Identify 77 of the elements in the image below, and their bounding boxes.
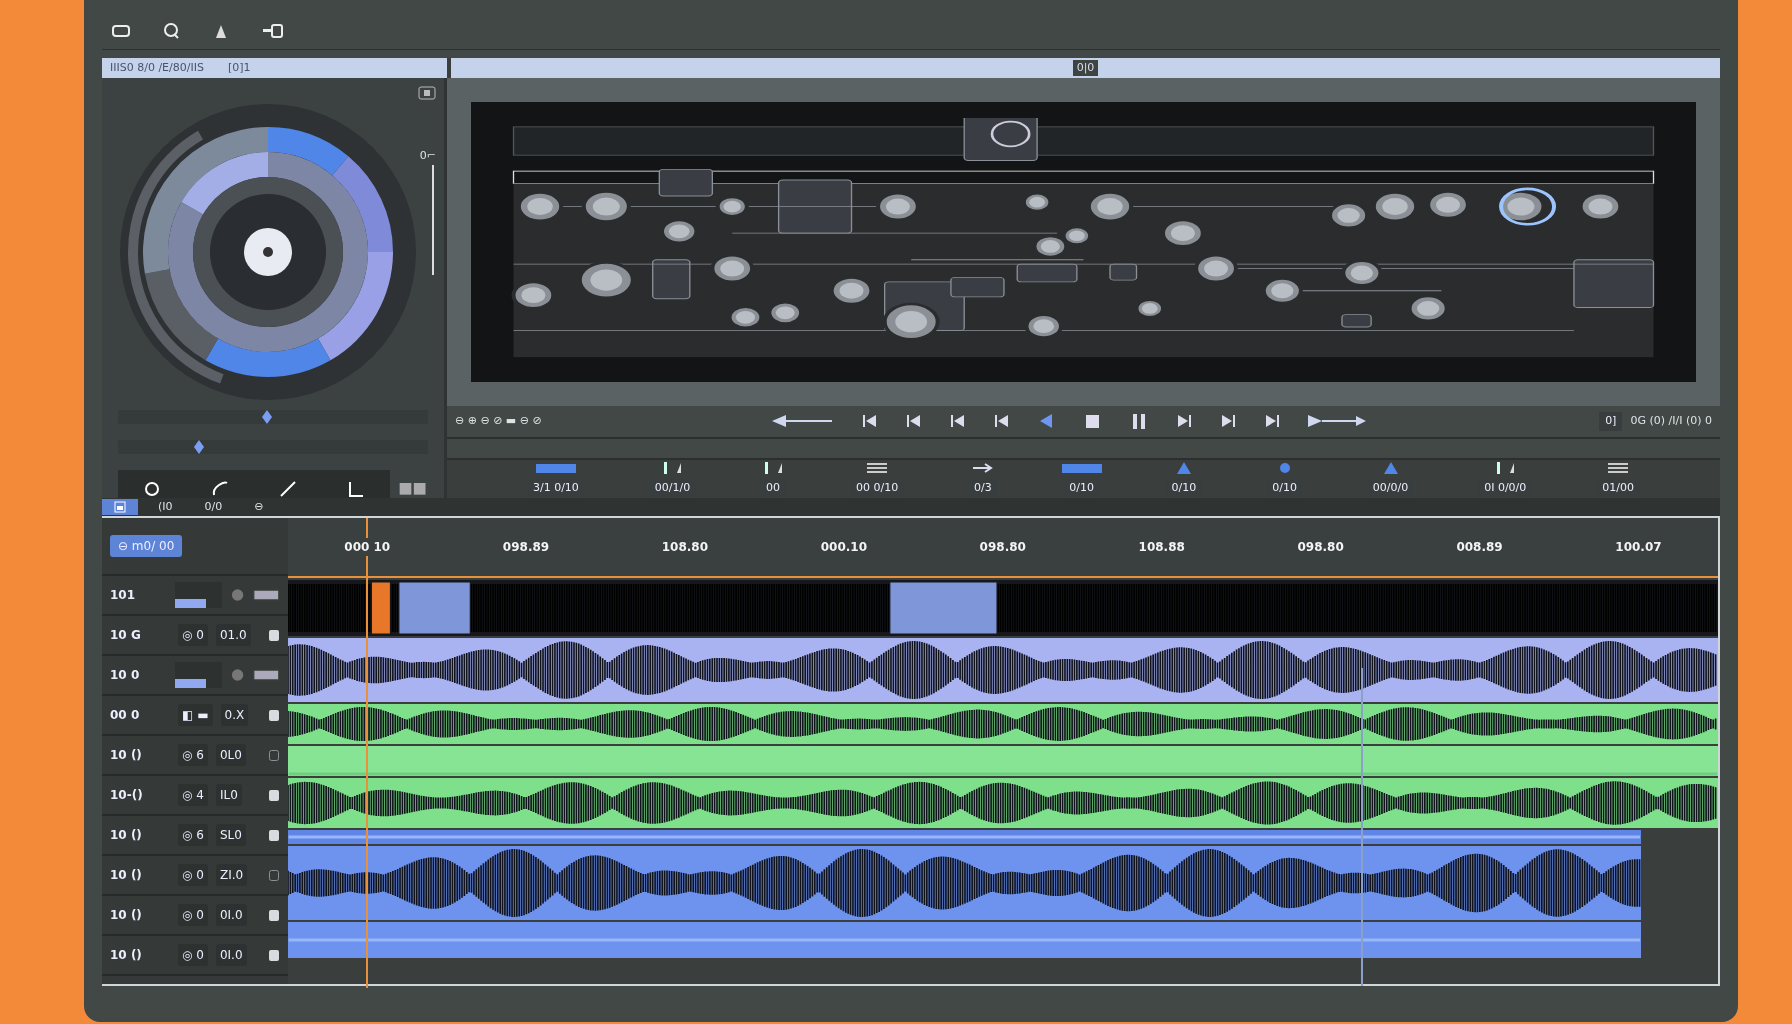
track-fader[interactable]	[174, 582, 223, 608]
previous-icon[interactable]	[950, 412, 967, 430]
track-name: 10 ()	[110, 867, 143, 884]
list-icon	[867, 460, 888, 475]
track-buttons[interactable]: ◎ 0	[178, 944, 208, 966]
slider-track[interactable]	[118, 440, 428, 454]
next-icon[interactable]	[1220, 412, 1237, 430]
knob-icon[interactable]	[230, 587, 246, 603]
lock-icon[interactable]	[268, 788, 280, 802]
triangle-icon	[1175, 460, 1192, 475]
track-name: 10 0	[110, 667, 141, 684]
readout-box: 0]	[1599, 412, 1623, 431]
previous-icon[interactable]	[906, 412, 923, 430]
track-name: 101	[110, 587, 137, 604]
track-buttons[interactable]: ◎ 0	[178, 624, 208, 646]
track-buttons[interactable]: ◎ 6	[178, 744, 208, 766]
track-buttons[interactable]: ◎ 0	[178, 904, 208, 926]
previous-icon[interactable]	[994, 412, 1011, 430]
triangle-icon	[1382, 460, 1399, 475]
arrow-icon	[972, 460, 993, 475]
track-fader[interactable]	[174, 662, 223, 688]
dial-label: 0⌐	[419, 148, 436, 164]
dot-icon	[1277, 460, 1292, 475]
panel-tab[interactable]	[102, 498, 138, 516]
skip-start-icon[interactable]	[862, 412, 879, 430]
track-name: 10-()	[110, 787, 144, 804]
panel-tab[interactable]: ⊖	[242, 498, 276, 516]
lock-icon[interactable]	[268, 948, 280, 962]
tick-icon	[1494, 460, 1517, 475]
track-name: 10 ()	[110, 827, 143, 844]
panel-tab[interactable]: (I0	[146, 498, 185, 516]
track-name: 10 G	[110, 627, 142, 644]
track-buttons[interactable]: ◎ 4	[178, 784, 208, 806]
plug-icon[interactable]	[262, 21, 284, 40]
lock-icon[interactable]	[268, 828, 280, 842]
lock-icon[interactable]	[268, 628, 280, 642]
track-value: 0L0	[215, 744, 246, 766]
meter-icon	[253, 669, 280, 681]
panel-tab[interactable]: 0/0	[192, 498, 235, 516]
panel-code: [0]1	[227, 59, 251, 76]
slider-thumb[interactable]	[261, 410, 274, 424]
expand-icon[interactable]	[418, 86, 436, 100]
transport-readout: 0G (0) /I/I (0) 0	[1630, 413, 1712, 429]
track-value: 01.0	[215, 624, 251, 646]
lock-icon[interactable]	[268, 748, 280, 762]
slider-thumb[interactable]	[192, 440, 205, 454]
track-name: 10 ()	[110, 907, 143, 924]
tick-icon	[661, 460, 684, 475]
knob-icon[interactable]	[230, 667, 246, 683]
track-name: 10 ()	[110, 947, 143, 964]
slider-track[interactable]	[118, 410, 428, 424]
track-buttons[interactable]: ◎ 6	[178, 824, 208, 846]
track-buttons[interactable]: ◎ 0	[178, 864, 208, 886]
transport-readout: ⊖ ⊕ ⊖ ⊘ ▬ ⊖ ⊘	[455, 413, 542, 429]
lock-icon[interactable]	[268, 908, 280, 922]
track-value: ZI.0	[215, 864, 248, 886]
list-icon	[1608, 460, 1629, 475]
panel-code: 0|0	[1072, 59, 1099, 77]
line-tool-icon[interactable]	[278, 478, 298, 499]
skip-end-icon[interactable]	[1264, 412, 1281, 430]
tick-icon	[762, 460, 785, 475]
lock-icon[interactable]	[268, 708, 280, 722]
track-value: SL0	[215, 824, 246, 846]
track-name: 10 ()	[110, 747, 143, 764]
dial-drawing[interactable]	[118, 102, 418, 402]
track-value: 0I.0	[215, 904, 247, 926]
next-icon[interactable]	[1176, 412, 1193, 430]
track-value: 0.X	[220, 704, 249, 726]
lock-icon[interactable]	[268, 868, 280, 882]
track-value: IL0	[215, 784, 242, 806]
meter-icon	[253, 589, 280, 601]
track-name: 00 0	[110, 707, 141, 724]
grid-icon	[114, 500, 126, 513]
panel-title: IIIS0 8/0 /E/80/IIS	[110, 59, 204, 76]
track-buttons[interactable]: ◧ ▬	[178, 704, 213, 726]
rewind-icon[interactable]	[772, 412, 835, 430]
track-value: 0I.0	[215, 944, 247, 966]
